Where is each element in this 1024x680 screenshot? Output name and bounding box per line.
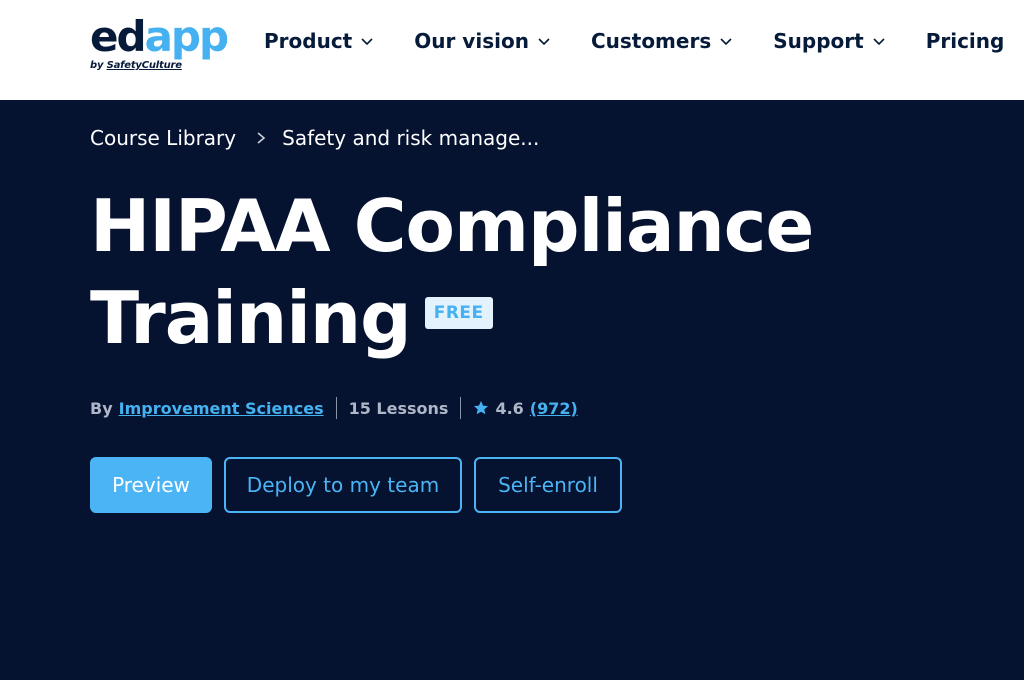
free-badge: FREE <box>424 297 493 330</box>
nav-item-label: Support <box>773 29 864 53</box>
rating-value: 4.6 <box>495 398 524 418</box>
nav-item-label: Pricing <box>925 29 1005 53</box>
nav-item-pricing[interactable]: Pricing <box>926 26 1005 56</box>
chevron-down-icon <box>720 38 732 46</box>
logo-wordmark: edapp <box>90 12 229 61</box>
chevron-down-icon <box>361 38 373 46</box>
edapp-logo[interactable]: edapp by SafetyCulture <box>90 12 229 72</box>
deploy-to-team-button[interactable]: Deploy to my team <box>224 457 462 513</box>
breadcrumb: Course Library Safety and risk manage... <box>90 126 539 150</box>
nav-item-support[interactable]: Support <box>773 26 885 56</box>
meta-divider <box>335 397 337 419</box>
author-by-label: By <box>90 398 113 418</box>
self-enroll-button[interactable]: Self-enroll <box>474 457 622 513</box>
site-header: edapp by SafetyCulture Product Our visio… <box>0 0 1024 100</box>
meta-divider <box>460 397 462 419</box>
course-title: HIPAA Compliance Training <box>90 184 814 360</box>
logo-by-prefix: by <box>90 60 107 71</box>
logo-word-app: app <box>144 12 229 61</box>
nav-item-label: Customers <box>590 29 712 53</box>
logo-word-ed: ed <box>90 12 147 61</box>
nav-item-customers[interactable]: Customers <box>591 26 733 56</box>
logo-by-brand: SafetyCulture <box>106 60 182 71</box>
chevron-down-icon <box>538 38 550 46</box>
breadcrumb-course-library[interactable]: Course Library <box>90 126 236 150</box>
nav-item-our-vision[interactable]: Our vision <box>414 26 551 56</box>
chevron-down-icon <box>873 38 885 46</box>
course-actions: Preview Deploy to my team Self-enroll <box>90 457 634 513</box>
chevron-right-icon <box>257 132 266 144</box>
page-title: HIPAA Compliance Training FREE <box>90 180 910 364</box>
rating-count-link[interactable]: (972) <box>530 399 578 418</box>
nav-item-product[interactable]: Product <box>264 26 374 56</box>
nav-item-label: Product <box>264 29 353 53</box>
lessons-count: 15 Lessons <box>348 398 449 418</box>
nav-item-label: Our vision <box>414 29 529 53</box>
breadcrumb-current[interactable]: Safety and risk manage... <box>282 126 539 150</box>
main-nav: Product Our vision Customers Support Pri… <box>264 26 1004 56</box>
preview-button[interactable]: Preview <box>90 457 212 513</box>
course-meta: By Improvement Sciences 15 Lessons 4.6 (… <box>90 397 578 419</box>
logo-byline: by SafetyCulture <box>90 60 227 71</box>
star-icon <box>474 401 489 415</box>
author-link[interactable]: Improvement Sciences <box>119 399 324 418</box>
